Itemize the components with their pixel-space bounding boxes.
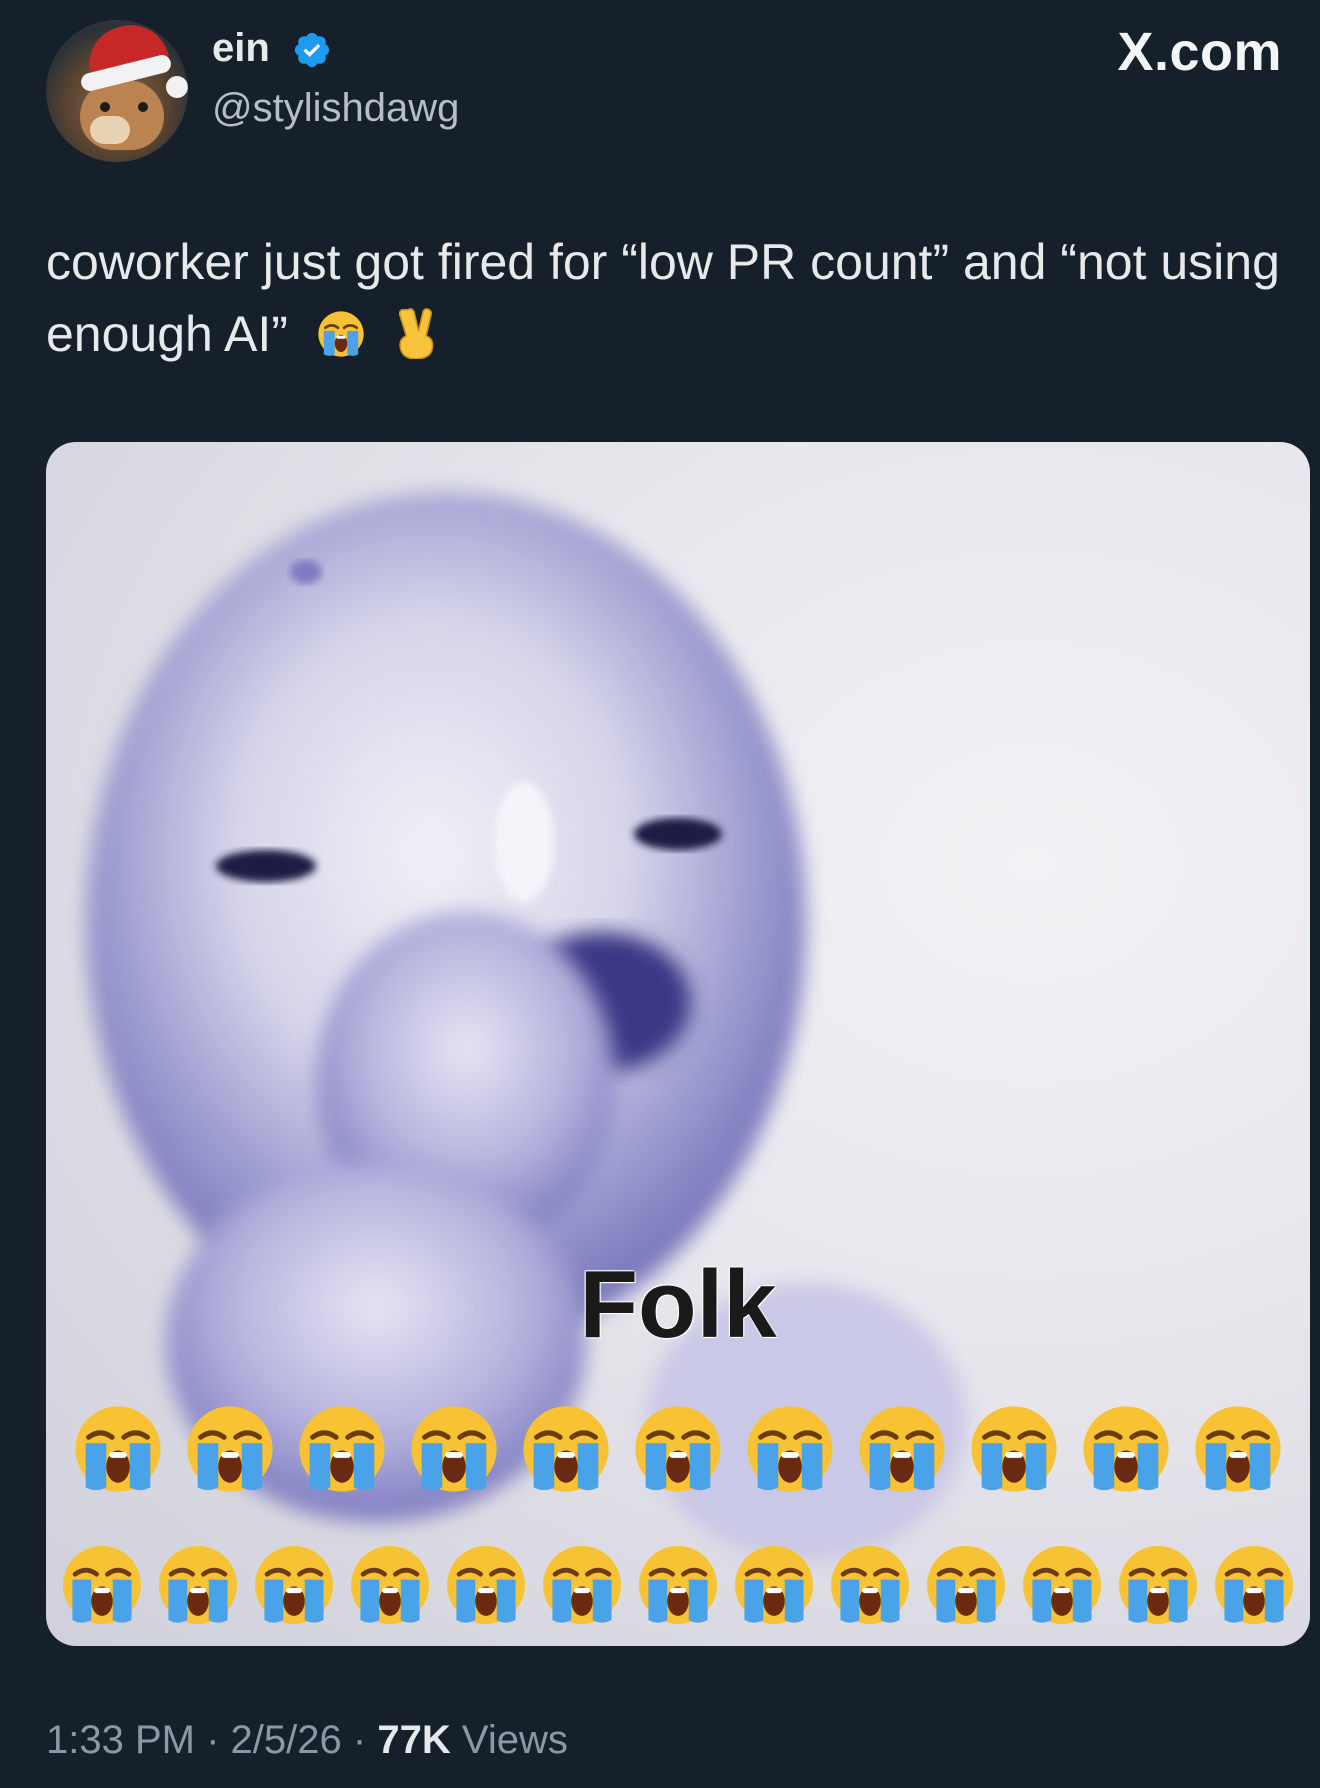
- emoji-row-bottom: [46, 1542, 1310, 1628]
- emoji-row-top: [46, 1402, 1310, 1496]
- tweet-date[interactable]: 2/5/26: [231, 1718, 342, 1762]
- tweet-meta: 1:33 PM · 2/5/26 · 77K Views: [46, 1716, 568, 1764]
- loudly-crying-face-icon: [75, 1406, 161, 1492]
- avatar-dog-eye-right: [138, 102, 148, 112]
- author-display-name[interactable]: ein: [212, 24, 270, 72]
- loudly-crying-face-icon: [159, 1546, 237, 1624]
- avatar-santa-hat-pom: [166, 76, 188, 98]
- tweet-text-body: coworker just got fired for “low PR coun…: [46, 234, 1280, 362]
- loudly-crying-face-icon: [1195, 1406, 1281, 1492]
- meta-separator: ·: [206, 1718, 220, 1762]
- verified-badge-icon: [294, 32, 330, 68]
- loudly-crying-face-icon: [1119, 1546, 1197, 1624]
- media-caption: Folk: [579, 1251, 777, 1358]
- loudly-crying-face-icon: [927, 1546, 1005, 1624]
- loudly-crying-face-icon: [639, 1546, 717, 1624]
- avatar-dog-snout: [90, 116, 130, 144]
- tweet-time[interactable]: 1:33 PM: [46, 1718, 195, 1762]
- brand-watermark: X.com: [1117, 22, 1282, 82]
- loudly-crying-face-icon: [971, 1406, 1057, 1492]
- loudly-crying-face-icon: [523, 1406, 609, 1492]
- avatar-dog-eye-left: [100, 102, 110, 112]
- loudly-crying-face-icon: [831, 1546, 909, 1624]
- loudly-crying-face-icon: [255, 1546, 333, 1624]
- loudly-crying-face-icon: [747, 1406, 833, 1492]
- loudly-crying-face-icon: [859, 1406, 945, 1492]
- loudly-crying-face-icon: [187, 1406, 273, 1492]
- loudly-crying-face-icon: [543, 1546, 621, 1624]
- loudly-crying-face-icon: [63, 1546, 141, 1624]
- views-label: Views: [461, 1718, 568, 1762]
- loudly-crying-face-icon: [635, 1406, 721, 1492]
- meta-separator: ·: [352, 1718, 367, 1762]
- loudly-crying-face-icon: [411, 1406, 497, 1492]
- victory-hand-icon: [398, 308, 434, 359]
- tweet-media-image[interactable]: Folk: [46, 442, 1310, 1646]
- loudly-crying-face-icon: [1215, 1546, 1293, 1624]
- loudly-crying-face-icon: [351, 1546, 429, 1624]
- tweet-text: coworker just got fired for “low PR coun…: [46, 226, 1286, 370]
- views-count[interactable]: 77K: [377, 1718, 450, 1762]
- author-avatar[interactable]: [46, 20, 188, 162]
- loudly-crying-face-icon: [447, 1546, 525, 1624]
- loudly-crying-face-icon: [318, 311, 364, 357]
- tweet-card: ein @stylishdawg X.com coworker just got…: [0, 0, 1320, 1788]
- loudly-crying-face-icon: [735, 1546, 813, 1624]
- author-handle[interactable]: @stylishdawg: [212, 84, 459, 132]
- loudly-crying-face-icon: [1023, 1546, 1101, 1624]
- loudly-crying-face-icon: [299, 1406, 385, 1492]
- loudly-crying-face-icon: [1083, 1406, 1169, 1492]
